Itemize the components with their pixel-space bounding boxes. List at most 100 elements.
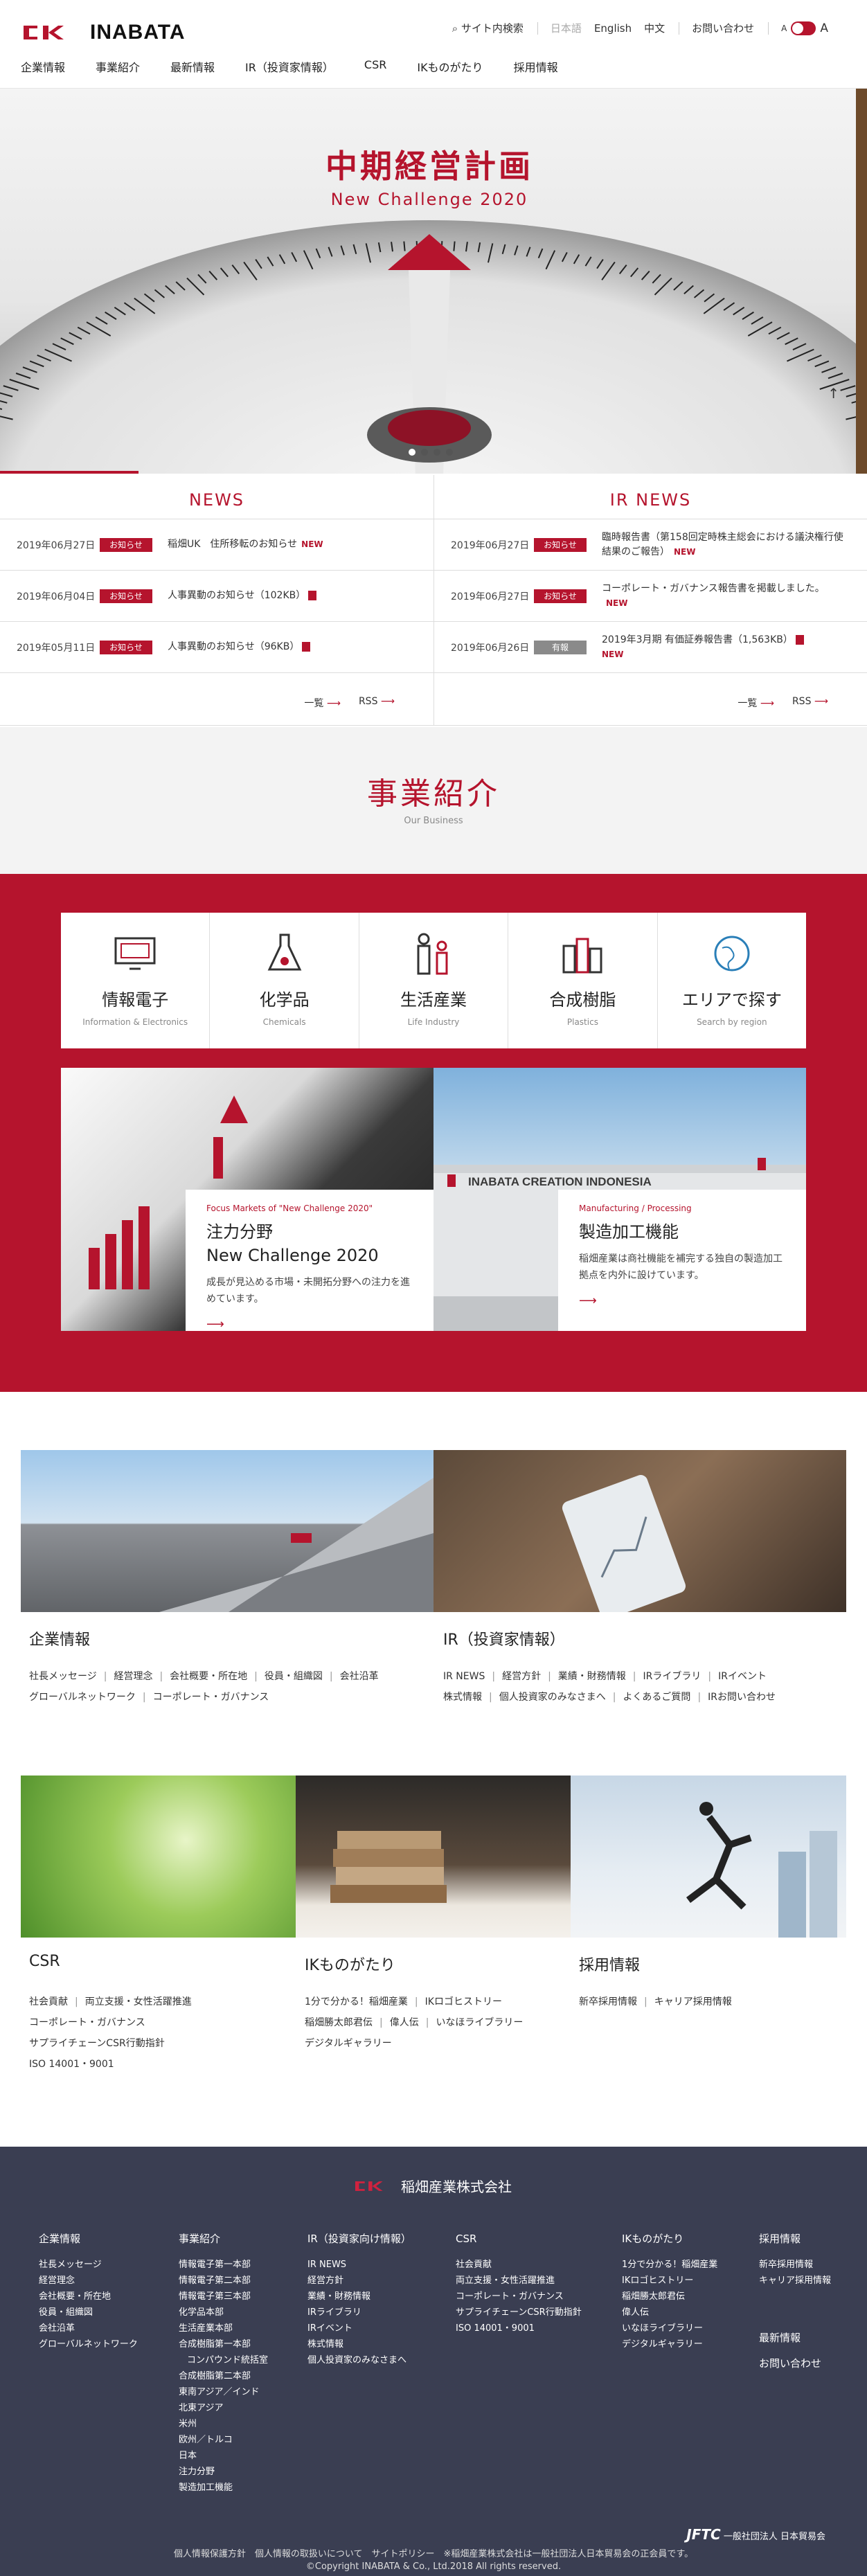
footer-col-heading[interactable]: 事業紹介	[179, 2231, 268, 2247]
lang-english[interactable]: English	[594, 22, 632, 35]
footer-link[interactable]: 株式情報	[307, 2336, 411, 2352]
footer-link[interactable]: 北東アジア	[179, 2400, 268, 2416]
footer-link[interactable]: 注力分野	[179, 2464, 268, 2480]
link[interactable]: 会社概要・所在地	[170, 1671, 247, 1682]
feature-manufacturing[interactable]: INABATA CREATION INDONESIA Manufacturing…	[434, 1068, 806, 1331]
footer-link[interactable]: IR NEWS	[307, 2257, 411, 2273]
ir-news-item[interactable]: 2019年06月27日 お知らせ コーポレート・ガバナンス報告書を掲載しました。…	[434, 571, 867, 622]
footer-link[interactable]: 偉人伝	[622, 2305, 717, 2320]
footer-link[interactable]: 日本	[179, 2448, 268, 2464]
footer-col-heading[interactable]: 採用情報	[759, 2231, 831, 2247]
footer-link[interactable]: 欧州／トルコ	[179, 2432, 268, 2448]
link[interactable]: 会社沿革	[340, 1671, 379, 1682]
slider-dot[interactable]	[409, 449, 415, 456]
news-rss-link[interactable]: RSS	[359, 696, 395, 710]
nav-news[interactable]: 最新情報	[170, 58, 215, 75]
footer-link[interactable]: グローバルネットワーク	[39, 2336, 138, 2352]
site-search-link[interactable]: ⌕ サイト内検索	[452, 21, 524, 35]
nav-business[interactable]: 事業紹介	[96, 58, 140, 75]
footer-link[interactable]: 化学品本部	[179, 2305, 268, 2320]
link[interactable]: 役員・組織図	[265, 1671, 323, 1682]
footer-link[interactable]: 業績・財務情報	[307, 2289, 411, 2305]
news-item[interactable]: 2019年06月04日 お知らせ 人事異動のお知らせ（102KB）	[0, 571, 434, 622]
footer-link[interactable]: いなほライブラリー	[622, 2320, 717, 2336]
footer-link[interactable]: コーポレート・ガバナンス	[456, 2289, 582, 2305]
lang-japanese[interactable]: 日本語	[551, 21, 582, 35]
scroll-up-icon[interactable]: ↑	[828, 385, 839, 402]
footer-link[interactable]: 新卒採用情報	[759, 2257, 831, 2273]
link[interactable]: 偉人伝	[390, 2017, 419, 2028]
link[interactable]: 社会貢献	[29, 1996, 68, 2007]
arrow-right-icon[interactable]: ⟶	[206, 1317, 414, 1331]
category-chemicals[interactable]: 化学品 Chemicals	[210, 913, 359, 1048]
footer-link[interactable]: 情報電子第一本部	[179, 2257, 268, 2273]
footer-link[interactable]: 社会貢献	[456, 2257, 582, 2273]
footer-col-heading[interactable]: IR（投資家向け情報）	[307, 2231, 411, 2247]
ir-news-rss-link[interactable]: RSS	[792, 696, 828, 710]
footer-logo[interactable]: 稲畑産業株式会社	[0, 2176, 867, 2196]
footer-col-heading[interactable]: お問い合わせ	[759, 2356, 831, 2372]
recruit-photo[interactable]	[571, 1776, 846, 1938]
link[interactable]: IRお問い合わせ	[708, 1692, 776, 1703]
ir-news-item[interactable]: 2019年06月26日 有報 2019年3月期 有価証券報告書（1,563KB）…	[434, 622, 867, 673]
footer-link[interactable]: 米州	[179, 2416, 268, 2432]
nav-recruit[interactable]: 採用情報	[514, 58, 558, 75]
footer-col-heading[interactable]: CSR	[456, 2231, 582, 2247]
story-photo[interactable]	[296, 1776, 571, 1938]
csr-photo[interactable]	[21, 1776, 296, 1938]
footer-col-heading[interactable]: IKものがたり	[622, 2231, 717, 2247]
link[interactable]: 経営方針	[502, 1671, 541, 1682]
category-region[interactable]: エリアで探す Search by region	[658, 913, 806, 1048]
nav-company[interactable]: 企業情報	[21, 58, 65, 75]
footer-link[interactable]: 合成樹脂第二本部	[179, 2368, 268, 2384]
category-plastics[interactable]: 合成樹脂 Plastics	[508, 913, 658, 1048]
footer-link[interactable]: 情報電子第二本部	[179, 2273, 268, 2289]
footer-link[interactable]: IKロゴヒストリー	[622, 2273, 717, 2289]
footer-link[interactable]: デジタルギャラリー	[622, 2336, 717, 2352]
slider-dot[interactable]	[446, 449, 453, 456]
footer-link[interactable]: 東南アジア／インド	[179, 2384, 268, 2400]
jftc-logo[interactable]: JFTC 一般社団法人 日本貿易会	[686, 2526, 825, 2543]
link[interactable]: キャリア採用情報	[654, 1996, 732, 2007]
footer-link[interactable]: コンパウンド統括室	[179, 2352, 268, 2368]
footer-link[interactable]: サプライチェーンCSR行動指針	[456, 2305, 582, 2320]
footer-link[interactable]: キャリア採用情報	[759, 2273, 831, 2289]
news-list-link[interactable]: 一覧	[304, 696, 341, 710]
ir-news-list-link[interactable]: 一覧	[738, 696, 774, 710]
corporate-title[interactable]: 企業情報	[29, 1627, 90, 1649]
lang-chinese[interactable]: 中文	[644, 21, 665, 35]
footer-link[interactable]: 会社沿革	[39, 2320, 138, 2336]
ir-photo[interactable]	[434, 1450, 846, 1612]
link[interactable]: IKロゴヒストリー	[425, 1996, 502, 2007]
link[interactable]: ISO 14001・9001	[29, 2059, 114, 2070]
corporate-photo[interactable]	[21, 1450, 434, 1612]
link[interactable]: IRイベント	[718, 1671, 767, 1682]
slider-dot[interactable]	[421, 449, 428, 456]
link[interactable]: 両立支援・女性活躍推進	[85, 1996, 192, 2007]
footer-link[interactable]: IRイベント	[307, 2320, 411, 2336]
link[interactable]: 社長メッセージ	[29, 1671, 97, 1682]
nav-story[interactable]: IKものがたり	[417, 58, 483, 75]
footer-link[interactable]: 個人投資家のみなさまへ	[307, 2352, 411, 2368]
font-size-toggle[interactable]	[791, 21, 816, 35]
footer-link[interactable]: ISO 14001・9001	[456, 2320, 582, 2336]
footer-link[interactable]: 役員・組織図	[39, 2305, 138, 2320]
footer-link[interactable]: IRライブラリ	[307, 2305, 411, 2320]
arrow-right-icon[interactable]: ⟶	[579, 1294, 787, 1308]
link[interactable]: デジタルギャラリー	[305, 2038, 392, 2049]
link[interactable]: コーポレート・ガバナンス	[29, 2017, 145, 2028]
recruit-title[interactable]: 採用情報	[579, 1953, 640, 1975]
footer-link[interactable]: 合成樹脂第一本部	[179, 2336, 268, 2352]
link[interactable]: 業績・財務情報	[558, 1671, 626, 1682]
category-electronics[interactable]: 情報電子 Information & Electronics	[61, 913, 211, 1048]
link[interactable]: コーポレート・ガバナンス	[153, 1692, 269, 1703]
category-life[interactable]: 生活産業 Life Industry	[359, 913, 509, 1048]
footer-link[interactable]: 情報電子第三本部	[179, 2289, 268, 2305]
link[interactable]: いなほライブラリー	[436, 2017, 523, 2028]
nav-csr[interactable]: CSR	[364, 58, 386, 75]
logo[interactable]: INABATA	[24, 21, 186, 44]
footer-col-heading[interactable]: 企業情報	[39, 2231, 138, 2247]
link[interactable]: 1分で分かる！稲畑産業	[305, 1996, 408, 2007]
feature-focus-markets[interactable]: Focus Markets of "New Challenge 2020" 注力…	[61, 1068, 434, 1331]
footer-link[interactable]: 経営方針	[307, 2273, 411, 2289]
